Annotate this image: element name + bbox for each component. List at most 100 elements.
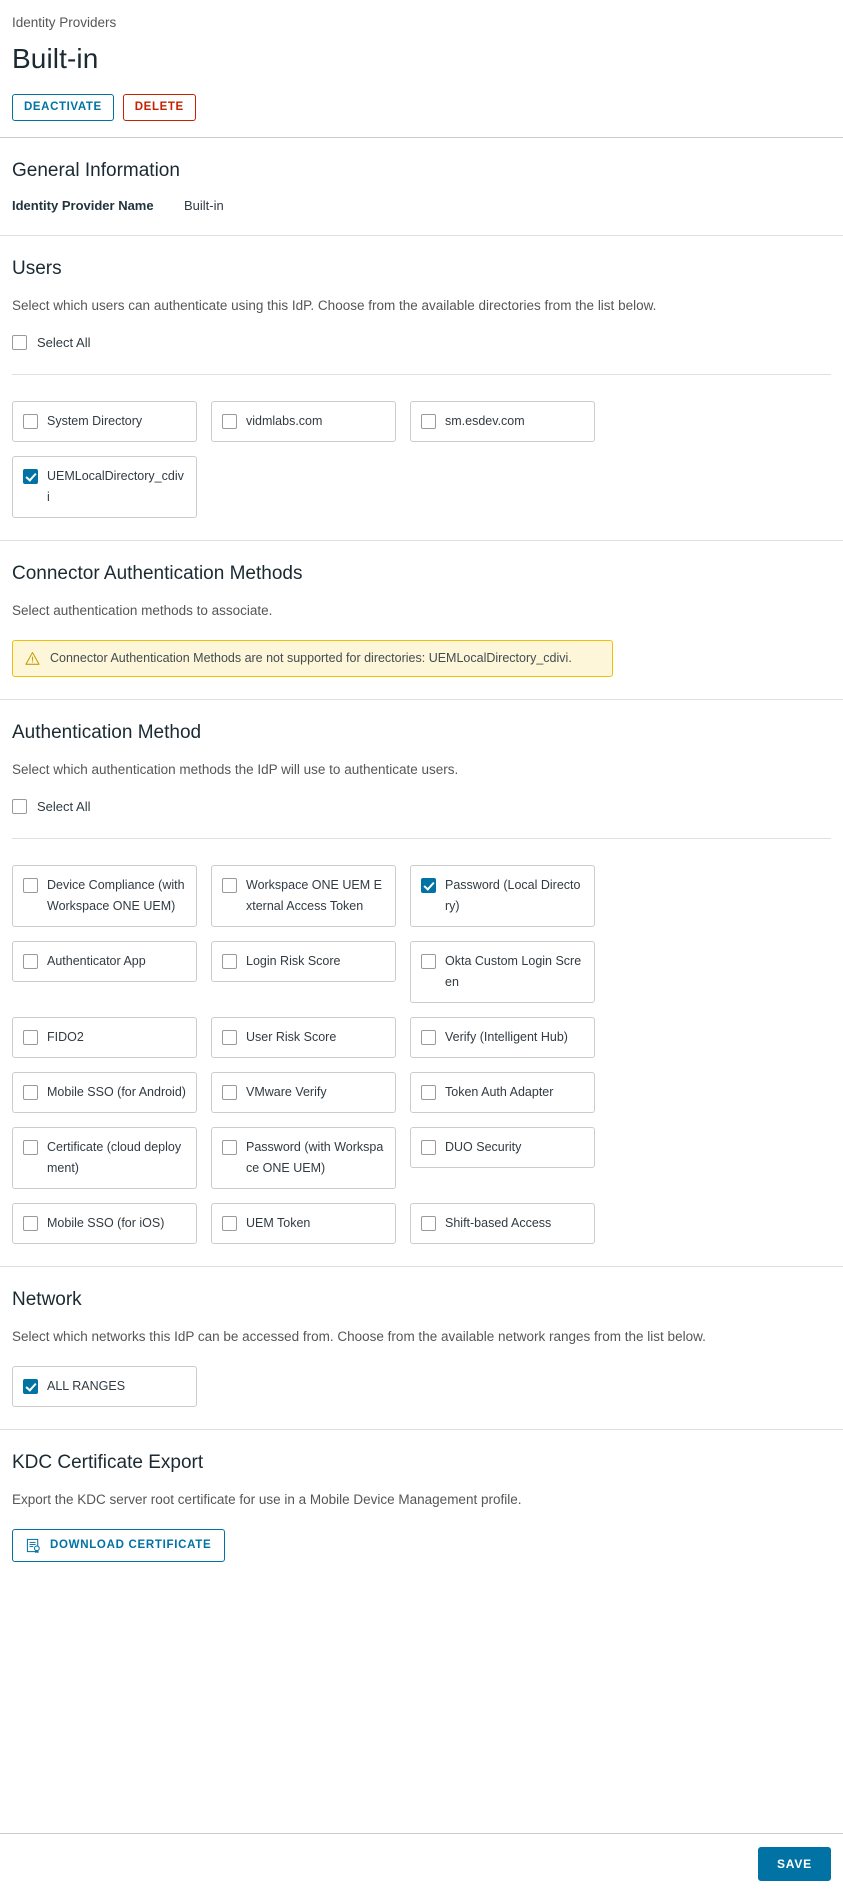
auth-method-card[interactable]: Okta Custom Login Screen [410,941,595,1003]
auth-method-label: Device Compliance (with Workspace ONE UE… [47,878,185,913]
auth-method-checkbox[interactable] [222,954,237,969]
auth-method-card[interactable]: Mobile SSO (for iOS) [12,1203,197,1244]
auth-method-checkbox[interactable] [222,878,237,893]
auth-method-select-all-label: Select All [37,799,91,814]
auth-method-checkbox[interactable] [23,878,38,893]
auth-method-card[interactable]: Password (Local Directory) [410,865,595,927]
directory-checkbox[interactable] [421,414,436,429]
auth-method-card[interactable]: Device Compliance (with Workspace ONE UE… [12,865,197,927]
auth-method-label: Password (Local Directory) [445,878,581,913]
auth-method-checkbox[interactable] [23,1216,38,1231]
connector-auth-warning-banner: Connector Authentication Methods are not… [12,640,613,677]
certificate-icon [26,1538,40,1553]
directory-label: UEMLocalDirectory_cdivi [47,469,184,504]
delete-button[interactable]: DELETE [122,94,196,121]
authentication-method-description: Select which authentication methods the … [12,762,459,777]
connector-auth-warning-text: Connector Authentication Methods are not… [50,651,572,665]
directory-checkbox[interactable] [23,469,38,484]
page-footer: SAVE [0,1833,843,1894]
auth-method-checkbox[interactable] [23,1085,38,1100]
auth-method-card[interactable]: Mobile SSO (for Android) [12,1072,197,1113]
auth-method-checkbox[interactable] [222,1085,237,1100]
auth-method-label: UEM Token [246,1216,311,1230]
auth-method-label: Mobile SSO (for iOS) [47,1216,165,1230]
directory-label: sm.esdev.com [445,414,525,428]
auth-method-checkbox[interactable] [222,1030,237,1045]
auth-method-checkbox[interactable] [222,1216,237,1231]
auth-method-select-all-checkbox[interactable] [12,799,27,814]
auth-method-checkbox[interactable] [23,1140,38,1155]
auth-method-card[interactable]: Workspace ONE UEM External Access Token [211,865,396,927]
kdc-certificate-export-section: KDC Certificate Export Export the KDC se… [0,1430,843,1584]
auth-method-grid: Device Compliance (with Workspace ONE UE… [12,865,831,1244]
auth-method-card[interactable]: User Risk Score [211,1017,396,1058]
auth-method-card[interactable]: Password (with Workspace ONE UEM) [211,1127,396,1189]
deactivate-button[interactable]: DEACTIVATE [12,94,114,121]
page-header: Identity Providers Built-in DEACTIVATE D… [0,0,843,138]
network-title: Network [12,1289,82,1310]
auth-method-checkbox[interactable] [421,1030,436,1045]
warning-triangle-icon [25,651,40,665]
directory-checkbox[interactable] [222,414,237,429]
users-section: Users Select which users can authenticat… [0,236,843,541]
identity-provider-name-label: Identity Provider Name [12,198,154,213]
auth-method-checkbox[interactable] [23,954,38,969]
auth-method-card[interactable]: FIDO2 [12,1017,197,1058]
users-select-all-checkbox[interactable] [12,335,27,350]
auth-method-checkbox[interactable] [421,954,436,969]
auth-method-card[interactable]: UEM Token [211,1203,396,1244]
auth-method-card[interactable]: VMware Verify [211,1072,396,1113]
identity-provider-name-value: Built-in [184,198,224,213]
auth-method-checkbox[interactable] [421,1140,436,1155]
auth-method-checkbox[interactable] [421,878,436,893]
directory-card[interactable]: vidmlabs.com [211,401,396,442]
directory-card[interactable]: sm.esdev.com [410,401,595,442]
download-certificate-button[interactable]: DOWNLOAD CERTIFICATE [12,1529,226,1562]
auth-method-label: User Risk Score [246,1030,337,1044]
auth-method-checkbox[interactable] [421,1216,436,1231]
auth-method-card[interactable]: Verify (Intelligent Hub) [410,1017,595,1058]
auth-method-checkbox[interactable] [23,1030,38,1045]
kdc-certificate-export-description: Export the KDC server root certificate f… [12,1492,522,1507]
idp-detail-page: Identity Providers Built-in DEACTIVATE D… [0,0,843,1894]
authentication-method-section: Authentication Method Select which authe… [0,700,843,1267]
auth-method-select-all[interactable]: Select All [12,799,831,814]
connector-auth-methods-title: Connector Authentication Methods [12,563,303,584]
auth-method-label: Token Auth Adapter [445,1085,554,1099]
auth-method-checkbox[interactable] [421,1085,436,1100]
auth-method-label: Mobile SSO (for Android) [47,1085,186,1099]
save-button[interactable]: SAVE [758,1847,831,1881]
auth-method-card[interactable]: Authenticator App [12,941,197,982]
directory-label: System Directory [47,414,143,428]
directory-checkbox[interactable] [23,414,38,429]
auth-method-divider [12,838,831,839]
directory-grid: System Directory vidmlabs.com sm.esdev.com… [12,401,831,518]
auth-method-label: Login Risk Score [246,954,341,968]
breadcrumb[interactable]: Identity Providers [12,14,831,32]
auth-method-card[interactable]: Token Auth Adapter [410,1072,595,1113]
auth-method-card[interactable]: Certificate (cloud deployment) [12,1127,197,1189]
download-certificate-label: DOWNLOAD CERTIFICATE [50,1539,212,1551]
identity-provider-name-row: Identity Provider Name Built-in [12,198,831,213]
users-select-all-label: Select All [37,335,91,350]
header-actions: DEACTIVATE DELETE [12,94,831,121]
auth-method-label: Certificate (cloud deployment) [47,1140,182,1175]
auth-method-checkbox[interactable] [222,1140,237,1155]
auth-method-card[interactable]: Login Risk Score [211,941,396,982]
network-range-grid: ALL RANGES [12,1366,831,1407]
users-select-all[interactable]: Select All [12,335,831,350]
network-range-checkbox[interactable] [23,1379,38,1394]
auth-method-card[interactable]: DUO Security [410,1127,595,1168]
directory-card[interactable]: UEMLocalDirectory_cdivi [12,456,197,518]
users-divider [12,374,831,375]
directory-card[interactable]: System Directory [12,401,197,442]
network-section: Network Select which networks this IdP c… [0,1267,843,1430]
network-range-card[interactable]: ALL RANGES [12,1366,197,1407]
auth-method-label: DUO Security [445,1140,522,1154]
auth-method-label: Workspace ONE UEM External Access Token [246,878,382,913]
auth-method-label: Verify (Intelligent Hub) [445,1030,568,1044]
auth-method-label: FIDO2 [47,1030,84,1044]
auth-method-label: Password (with Workspace ONE UEM) [246,1140,384,1175]
auth-method-card[interactable]: Shift-based Access [410,1203,595,1244]
kdc-certificate-export-title: KDC Certificate Export [12,1452,204,1473]
